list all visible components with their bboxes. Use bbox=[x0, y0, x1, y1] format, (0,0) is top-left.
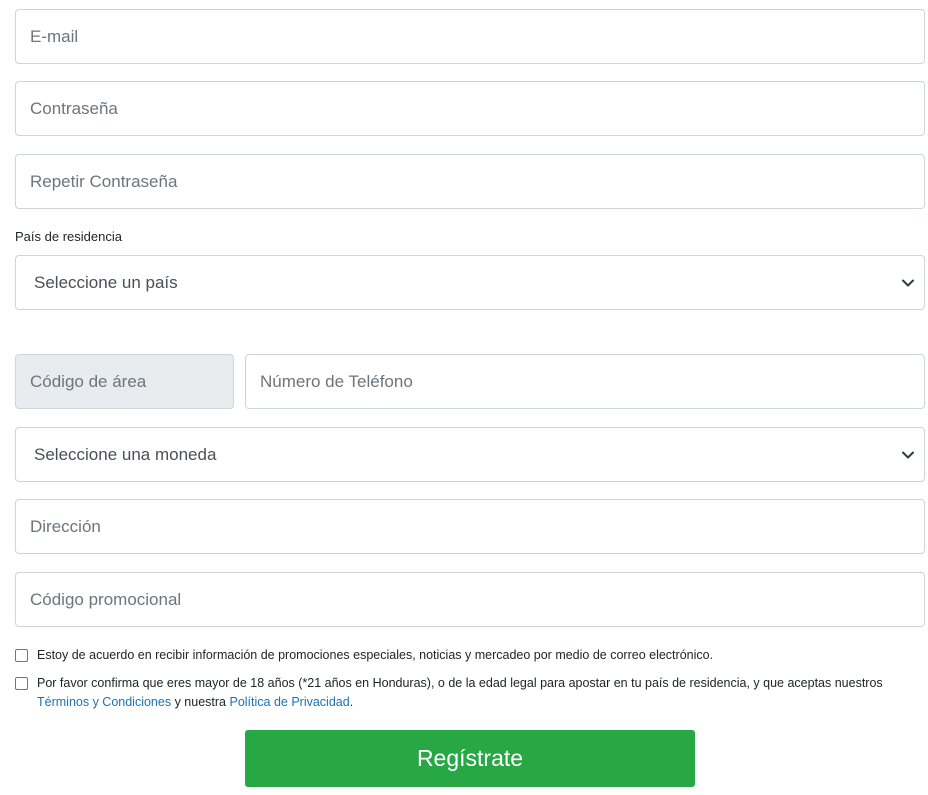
terms-link[interactable]: Términos y Condiciones bbox=[37, 695, 171, 709]
email-field[interactable]: E-mail bbox=[15, 9, 925, 64]
phone-placeholder: Número de Teléfono bbox=[260, 371, 413, 391]
registration-form: E-mail Contraseña Repetir Contraseña Paí… bbox=[0, 0, 928, 795]
country-label: País de residencia bbox=[15, 229, 122, 244]
marketing-consent-checkbox[interactable] bbox=[15, 649, 28, 662]
age-consent-middle: y nuestra bbox=[174, 695, 226, 709]
chevron-down-icon bbox=[900, 275, 916, 291]
phone-field[interactable]: Número de Teléfono bbox=[245, 354, 925, 409]
chevron-down-icon bbox=[900, 447, 916, 463]
age-consent-suffix: . bbox=[349, 695, 354, 709]
currency-select[interactable]: Seleccione una moneda bbox=[15, 427, 925, 482]
age-consent-checkbox[interactable] bbox=[15, 677, 28, 690]
address-placeholder: Dirección bbox=[30, 516, 101, 536]
marketing-consent-text: Estoy de acuerdo en recibir información … bbox=[37, 648, 714, 662]
repeat-password-field[interactable]: Repetir Contraseña bbox=[15, 154, 925, 209]
repeat-password-placeholder: Repetir Contraseña bbox=[30, 171, 178, 191]
age-consent-prefix: Por favor confirma que eres mayor de 18 … bbox=[37, 676, 883, 690]
age-consent-row: Por favor confirma que eres mayor de 18 … bbox=[15, 674, 917, 712]
register-button[interactable]: Regístrate bbox=[245, 730, 695, 787]
marketing-consent-row: Estoy de acuerdo en recibir información … bbox=[15, 646, 917, 665]
promo-code-placeholder: Código promocional bbox=[30, 589, 182, 609]
age-consent-text: Por favor confirma que eres mayor de 18 … bbox=[37, 674, 917, 712]
promo-code-field[interactable]: Código promocional bbox=[15, 572, 925, 627]
currency-select-value: Seleccione una moneda bbox=[34, 444, 217, 464]
privacy-link[interactable]: Política de Privacidad bbox=[229, 695, 349, 709]
password-field[interactable]: Contraseña bbox=[15, 81, 925, 136]
address-field[interactable]: Dirección bbox=[15, 499, 925, 554]
email-placeholder: E-mail bbox=[30, 26, 79, 46]
country-select[interactable]: Seleccione un país bbox=[15, 255, 925, 310]
country-select-value: Seleccione un país bbox=[34, 272, 178, 292]
area-code-placeholder: Código de área bbox=[30, 371, 147, 391]
area-code-field: Código de área bbox=[15, 354, 234, 409]
password-placeholder: Contraseña bbox=[30, 98, 118, 118]
